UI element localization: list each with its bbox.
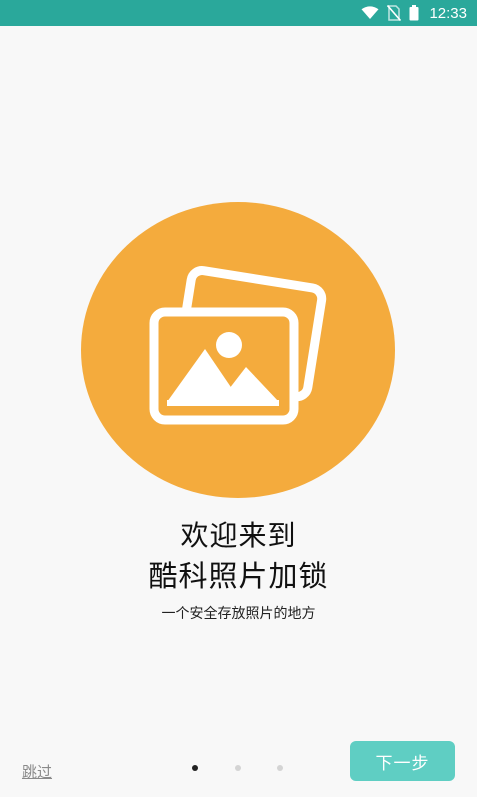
page-dot-2 (235, 765, 241, 771)
no-sim-icon (387, 5, 402, 21)
wifi-icon (361, 6, 379, 20)
status-time: 12:33 (429, 4, 467, 22)
photos-icon (81, 202, 395, 498)
page-dot-3 (277, 765, 283, 771)
status-bar: 12:33 (0, 0, 477, 26)
app-name-title: 酷科照片加锁 (148, 559, 329, 593)
status-icons: 12:33 (361, 0, 467, 26)
hero-illustration (81, 202, 395, 498)
welcome-title: 欢迎来到 (180, 519, 297, 552)
battery-icon (409, 5, 419, 21)
welcome-subtitle: 一个安全存放照片的地方 (161, 606, 316, 622)
skip-link[interactable]: 跳过 (22, 761, 52, 782)
page-indicator (190, 765, 290, 773)
next-button[interactable]: 下一步 (350, 741, 455, 781)
page-dot-1 (192, 765, 198, 771)
